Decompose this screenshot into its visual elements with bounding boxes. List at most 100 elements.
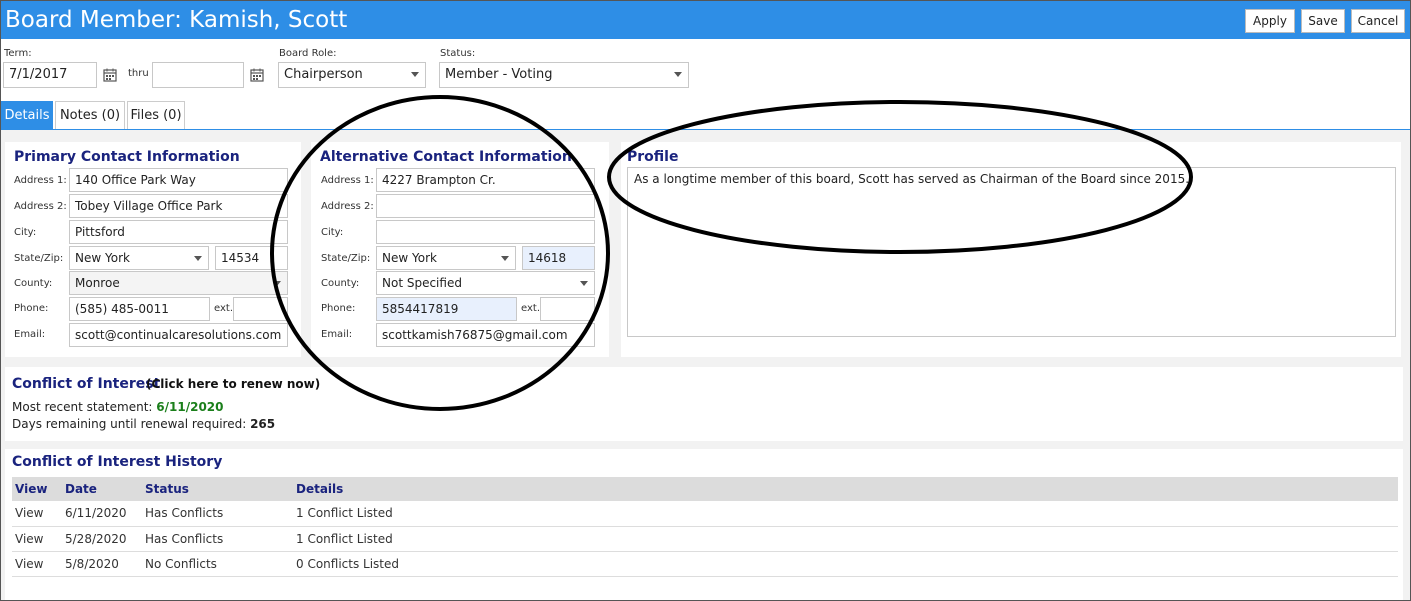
column-header-view: View — [12, 477, 62, 501]
board-role-value: Chairperson — [284, 67, 363, 82]
table-row: View 6/11/2020 Has Conflicts 1 Conflict … — [12, 501, 1398, 527]
alternative-county-select[interactable]: Not Specified — [376, 271, 595, 295]
row-status: Has Conflicts — [142, 526, 293, 552]
alternative-state-value: New York — [382, 251, 437, 265]
alternative-zip-input[interactable]: 14618 — [522, 246, 595, 270]
days-remaining-row: Days remaining until renewal required: 2… — [12, 417, 275, 431]
status-value: Member - Voting — [445, 67, 553, 82]
primary-contact-title: Primary Contact Information — [14, 149, 240, 165]
email-label: Email: — [321, 329, 353, 340]
save-button[interactable]: Save — [1301, 9, 1345, 33]
view-link[interactable]: View — [12, 526, 62, 552]
city-label: City: — [321, 227, 344, 238]
view-link[interactable]: View — [12, 501, 62, 527]
board-member-window: Board Member: Kamish, Scott Apply Save C… — [0, 0, 1411, 601]
alternative-county-value: Not Specified — [382, 276, 462, 290]
phone-label: Phone: — [14, 303, 49, 314]
chevron-down-icon — [580, 281, 588, 286]
column-header-status: Status — [142, 477, 293, 501]
primary-ext-input[interactable] — [233, 297, 288, 321]
address1-label: Address 1: — [14, 175, 67, 186]
primary-city-input[interactable]: Pittsford — [69, 220, 288, 244]
term-start-input[interactable]: 7/1/2017 — [3, 62, 97, 88]
chevron-down-icon — [411, 72, 419, 77]
cancel-button[interactable]: Cancel — [1351, 9, 1405, 33]
primary-email-input[interactable]: scott@continualcaresolutions.com — [69, 323, 288, 347]
recent-statement-row: Most recent statement: 6/11/2020 — [12, 400, 224, 414]
table-row-empty — [12, 576, 1398, 600]
ext-label: ext. — [214, 303, 233, 314]
address1-label: Address 1: — [321, 175, 374, 186]
apply-button[interactable]: Apply — [1245, 9, 1295, 33]
conflict-history-title: Conflict of Interest History — [12, 454, 223, 470]
primary-county-value: Monroe — [75, 276, 120, 290]
primary-state-select[interactable]: New York — [69, 246, 209, 270]
row-details: 0 Conflicts Listed — [293, 551, 1398, 577]
chevron-down-icon — [273, 281, 281, 286]
primary-address1-input[interactable]: 140 Office Park Way — [69, 168, 288, 192]
chevron-down-icon — [501, 256, 509, 261]
alternative-ext-input[interactable] — [540, 297, 595, 321]
primary-state-value: New York — [75, 251, 130, 265]
address2-label: Address 2: — [321, 201, 374, 212]
status-select[interactable]: Member - Voting — [439, 62, 689, 88]
table-row: View 5/8/2020 No Conflicts 0 Conflicts L… — [12, 551, 1398, 577]
renew-link[interactable]: (Click here to renew now) — [146, 377, 320, 391]
chevron-down-icon — [194, 256, 202, 261]
board-role-label: Board Role: — [279, 48, 337, 59]
row-status: Has Conflicts — [142, 501, 293, 527]
statezip-label: State/Zip: — [321, 253, 371, 264]
conflict-of-interest-title: Conflict of Interest — [12, 376, 161, 392]
alternative-state-select[interactable]: New York — [376, 246, 516, 270]
thru-label: thru — [128, 68, 149, 79]
days-remaining-value: 265 — [250, 417, 276, 431]
chevron-down-icon — [674, 72, 682, 77]
term-end-input[interactable] — [152, 62, 244, 88]
primary-zip-input[interactable]: 14534 — [215, 246, 288, 270]
alternative-email-input[interactable]: scottkamish76875@gmail.com — [376, 323, 595, 347]
alternative-phone-input[interactable]: 5854417819 — [376, 297, 517, 321]
row-details: 1 Conflict Listed — [293, 526, 1398, 552]
statezip-label: State/Zip: — [14, 253, 64, 264]
table-header-row: View Date Status Details — [12, 477, 1398, 501]
board-role-select[interactable]: Chairperson — [278, 62, 426, 88]
recent-statement-date: 6/11/2020 — [156, 400, 224, 414]
alternative-city-input[interactable] — [376, 220, 595, 244]
status-label: Status: — [440, 48, 476, 59]
profile-textarea[interactable]: As a longtime member of this board, Scot… — [627, 167, 1396, 337]
primary-county-select[interactable]: Monroe — [69, 271, 288, 295]
email-label: Email: — [14, 329, 46, 340]
address2-label: Address 2: — [14, 201, 67, 212]
column-header-date: Date — [62, 477, 142, 501]
ext-label: ext. — [521, 303, 540, 314]
phone-label: Phone: — [321, 303, 356, 314]
profile-title: Profile — [627, 149, 679, 165]
alternative-contact-title: Alternative Contact Information — [320, 149, 572, 165]
calendar-icon[interactable] — [250, 68, 264, 82]
page-title: Board Member: Kamish, Scott — [5, 7, 348, 33]
primary-phone-input[interactable]: (585) 485-0011 — [69, 297, 210, 321]
days-remaining-label: Days remaining until renewal required: — [12, 417, 247, 431]
primary-address2-input[interactable]: Tobey Village Office Park — [69, 194, 288, 218]
tab-details[interactable]: Details — [1, 101, 53, 130]
conflict-history-table: View Date Status Details View 6/11/2020 … — [12, 477, 1398, 600]
column-header-details: Details — [293, 477, 1398, 501]
tab-notes[interactable]: Notes (0) — [55, 101, 125, 130]
county-label: County: — [321, 278, 360, 289]
term-label: Term: — [4, 48, 32, 59]
tab-files[interactable]: Files (0) — [127, 101, 185, 130]
calendar-icon[interactable] — [103, 68, 117, 82]
recent-statement-label: Most recent statement: — [12, 400, 153, 414]
city-label: City: — [14, 227, 37, 238]
row-date: 5/8/2020 — [62, 551, 142, 577]
county-label: County: — [14, 278, 53, 289]
alternative-address2-input[interactable] — [376, 194, 595, 218]
view-link[interactable]: View — [12, 551, 62, 577]
row-details: 1 Conflict Listed — [293, 501, 1398, 527]
alternative-address1-input[interactable]: 4227 Brampton Cr. — [376, 168, 595, 192]
row-date: 5/28/2020 — [62, 526, 142, 552]
row-status: No Conflicts — [142, 551, 293, 577]
row-date: 6/11/2020 — [62, 501, 142, 527]
title-bar: Board Member: Kamish, Scott Apply Save C… — [1, 1, 1410, 39]
table-row: View 5/28/2020 Has Conflicts 1 Conflict … — [12, 526, 1398, 552]
